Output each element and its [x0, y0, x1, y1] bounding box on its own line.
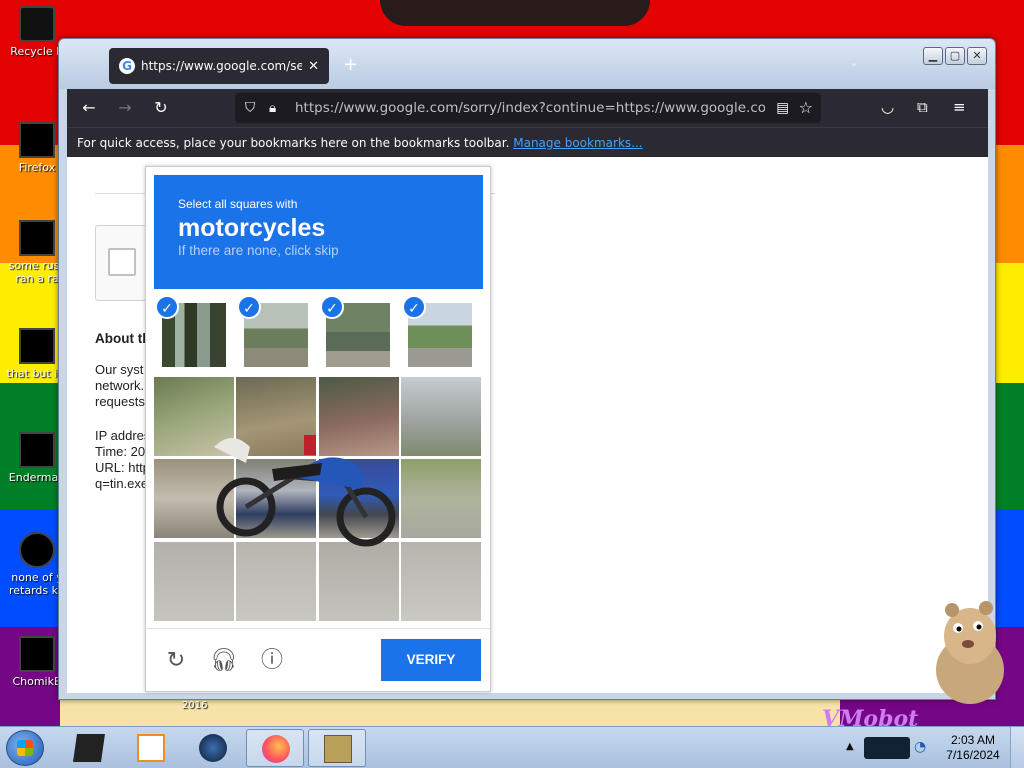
info-icon[interactable]: ⓘ [258, 647, 286, 675]
tray-app-icon[interactable] [864, 737, 910, 759]
clock-time: 2:03 AM [950, 733, 996, 747]
reader-view-icon[interactable]: ▤ [776, 93, 789, 123]
bookmarks-toolbar: For quick access, place your bookmarks h… [67, 127, 988, 157]
forward-icon[interactable]: → [115, 98, 135, 118]
verify-button[interactable]: VERIFY [381, 639, 481, 681]
clock-date: 7/16/2024 [946, 748, 1000, 762]
pocket-icon[interactable]: ◡ [881, 98, 894, 116]
manage-bookmarks-link[interactable]: Manage bookmarks... [513, 136, 642, 150]
about-line: requests [95, 394, 145, 409]
app-icon [199, 734, 227, 762]
close-tab-icon[interactable]: ✕ [308, 59, 319, 74]
file-icon [19, 328, 55, 364]
about-heading: About th [95, 331, 151, 346]
list-tabs-icon[interactable]: ⌄ [849, 55, 859, 69]
shield-icon[interactable]: ⛉ [245, 93, 255, 123]
browser-tab[interactable]: G https://www.google.com/searc ✕ [109, 48, 329, 84]
close-window-icon[interactable]: ✕ [967, 47, 987, 65]
extensions-icon[interactable]: ⧉ [917, 98, 928, 116]
nav-toolbar: ← → ↻ ⛉ 🔒︎ https://www.google.com/sorry/… [67, 89, 988, 127]
start-button[interactable] [6, 730, 44, 766]
captcha-challenge: Select all squares with motorcycles If t… [145, 166, 491, 692]
minimize-icon[interactable]: ▁ [923, 47, 943, 65]
tray-expand-icon[interactable]: ▲ [846, 741, 854, 752]
lock-icon[interactable]: 🔒︎ [269, 93, 276, 123]
show-desktop-button[interactable] [1010, 727, 1024, 768]
info-line: URL: http [95, 460, 150, 475]
taskbar-firefox[interactable] [246, 729, 304, 767]
check-icon: ✓ [320, 295, 344, 319]
chomikbox-icon [324, 735, 352, 763]
clock[interactable]: 2:03 AM 7/16/2024 [940, 733, 1006, 763]
info-line: q=tin.exe [95, 476, 149, 491]
file-icon [19, 220, 55, 256]
reload-challenge-icon[interactable]: ↻ [162, 647, 190, 675]
taskbar-app[interactable] [60, 729, 118, 767]
wallpaper-figure [60, 700, 840, 726]
recycle-bin-icon [19, 6, 55, 42]
title-bar: G https://www.google.com/searc ✕ + ⌄ ▁ ▢… [59, 39, 995, 89]
url-text[interactable]: https://www.google.com/sorry/index?conti… [295, 93, 765, 123]
check-icon: ✓ [237, 295, 261, 319]
reload-icon[interactable]: ↻ [151, 98, 171, 118]
check-icon: ✓ [155, 295, 179, 319]
chomikbox-icon [19, 636, 55, 672]
taskbar-chomikbox[interactable] [308, 729, 366, 767]
taskbar: ▲ ◔ 2:03 AM 7/16/2024 [0, 726, 1024, 768]
about-section: About th Our syst network. requests IP a… [95, 331, 150, 492]
tab-title: https://www.google.com/searc [141, 59, 303, 73]
info-line: IP addres [95, 428, 151, 443]
firefox-icon [262, 735, 290, 763]
bookmarks-hint: For quick access, place your bookmarks h… [77, 136, 510, 150]
motorcycle-image [214, 435, 396, 547]
instruction-text: Select all squares with [178, 197, 298, 211]
app-icon [73, 734, 105, 762]
about-line: network. [95, 378, 145, 393]
skip-hint: If there are none, click skip [178, 243, 339, 258]
target-object: motorcycles [178, 214, 326, 242]
desktop-tag: 2016 [182, 700, 208, 711]
back-icon[interactable]: ← [79, 98, 99, 118]
challenge-footer: ↻ 🎧︎ ⓘ VERIFY [146, 628, 490, 691]
challenge-header: Select all squares with motorcycles If t… [154, 175, 483, 289]
maximize-icon[interactable]: ▢ [945, 47, 965, 65]
recaptcha-checkbox[interactable] [108, 248, 136, 276]
file-icon [19, 532, 55, 568]
image-grid [154, 377, 481, 621]
windows-logo-icon [17, 740, 33, 756]
firefox-icon [19, 122, 55, 158]
taskbar-app[interactable] [184, 729, 242, 767]
window-icon [19, 432, 55, 468]
google-favicon-icon: G [119, 58, 135, 74]
media-player-icon [137, 734, 165, 762]
wallpaper-head [380, 0, 650, 26]
taskbar-app[interactable] [122, 729, 180, 767]
url-bar[interactable]: ⛉ 🔒︎ https://www.google.com/sorry/index?… [235, 93, 821, 123]
check-icon: ✓ [402, 295, 426, 319]
window-controls: ▁ ▢ ✕ [923, 47, 987, 65]
audio-challenge-icon[interactable]: 🎧︎ [210, 647, 238, 675]
network-icon[interactable]: ◔ [914, 739, 926, 755]
new-tab-icon[interactable]: + [343, 54, 358, 75]
hamster-mascot-icon [936, 601, 1004, 704]
info-line: Time: 20 [95, 444, 146, 459]
bookmark-star-icon[interactable]: ☆ [799, 93, 813, 123]
about-line: Our syst [95, 362, 144, 377]
menu-icon[interactable]: ≡ [953, 98, 966, 116]
